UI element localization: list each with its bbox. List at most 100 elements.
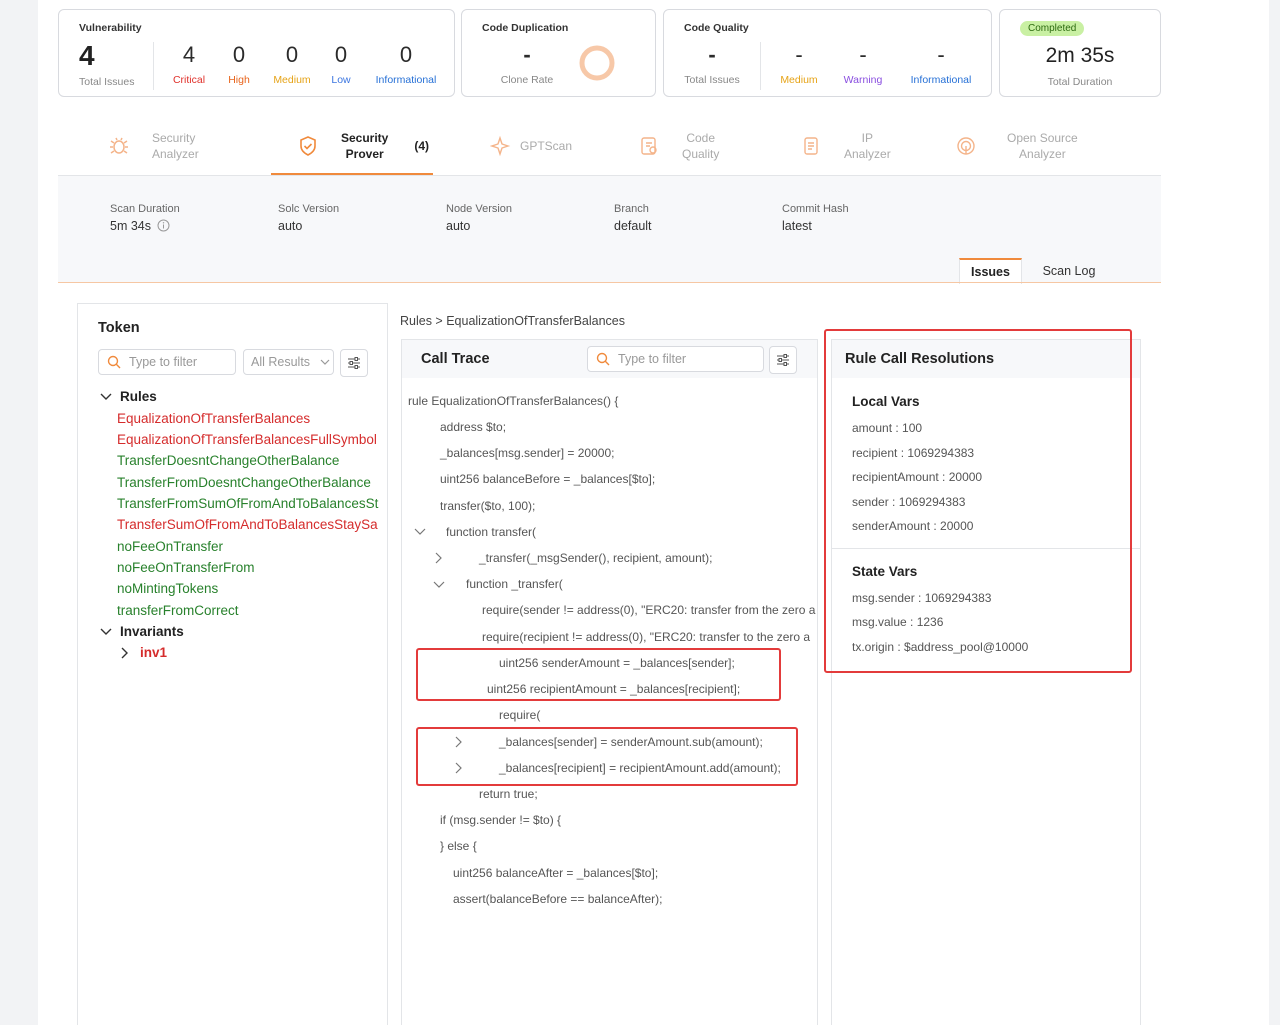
tab-security-analyzer[interactable]: Security Analyzer [108,118,199,174]
subtab-issues[interactable]: Issues [959,258,1022,284]
tab-ip-analyzer-line1: IP [861,131,874,145]
low-count: 0 [334,42,348,67]
chevron-down-icon[interactable] [414,528,426,536]
tab-code-quality-line2: Quality [682,147,720,161]
results-select[interactable]: All Results [243,349,334,375]
quality-card: Code Quality - Total Issues - Medium - Warn… [663,9,992,97]
duplication-title: Code Duplication [482,22,569,34]
invariant-item[interactable]: inv1 [140,645,167,660]
tab-open-source-line2: Analyzer [1019,147,1066,161]
trace-line[interactable]: address $to; [440,420,506,434]
trace-line[interactable]: require(sender != address(0), "ERC20: tr… [482,603,815,617]
tab-code-quality[interactable]: Code Quality [638,118,719,174]
tab-code-quality-line1: Code [686,131,716,145]
invariants-collapse-chevron-icon[interactable] [100,627,112,637]
trace-line[interactable]: function transfer( [446,525,536,539]
trace-line[interactable]: uint256 balanceAfter = _balances[$to]; [453,866,658,880]
call-trace-filter-input[interactable]: Type to filter [587,346,764,372]
trace-line[interactable]: rule EqualizationOfTransferBalances() { [408,394,618,408]
trace-line[interactable]: _balances[msg.sender] = 20000; [440,446,614,460]
quality-medium-label[interactable]: Medium [774,74,824,86]
low-label[interactable]: Low [323,74,359,86]
trace-line[interactable]: _transfer(_msgSender(), recipient, amoun… [479,551,712,565]
duplication-card: Code Duplication - Clone Rate [461,9,656,97]
rule-item[interactable]: TransferDoesntChangeOtherBalance [117,453,339,468]
total-duration-label: Total Duration [1047,76,1113,88]
critical-label[interactable]: Critical [167,74,211,86]
token-filter-input[interactable]: Type to filter [98,349,236,375]
quality-warning-label[interactable]: Warning [838,74,888,86]
rule-item[interactable]: EqualizationOfTransferBalancesFullSymbol [117,432,387,447]
subtab-scan-log[interactable]: Scan Log [1036,258,1102,284]
medium-label[interactable]: Medium [267,74,317,86]
token-filter-settings-button[interactable] [340,349,368,377]
status-badge: Completed [1020,21,1085,36]
chevron-right-icon[interactable] [435,552,443,564]
trace-line[interactable]: } else { [440,839,477,853]
vulnerability-total-label: Total Issues [79,76,135,88]
tab-security-prover[interactable]: Security Prover (4) [297,118,429,174]
search-icon [596,352,610,366]
call-trace-body: rule EqualizationOfTransferBalances() { … [402,380,816,1025]
rule-item[interactable]: EqualizationOfTransferBalances [117,411,310,426]
token-filter-placeholder: Type to filter [129,355,198,369]
meta-commit-hash: Commit Hash latest [782,203,849,233]
chevron-down-icon [320,359,330,365]
rule-item[interactable]: TransferSumOfFromAndToBalancesStaySa [117,517,387,532]
tab-open-source-analyzer[interactable]: Open Source Analyzer [955,118,1078,174]
trace-line[interactable]: assert(balanceBefore == balanceAfter); [453,892,662,906]
trace-line[interactable]: if (msg.sender != $to) { [440,813,561,827]
meta-node-label: Node Version [446,203,513,215]
sliders-icon [777,354,789,366]
meta-node-value: auto [446,219,471,233]
clone-rate-ring [579,45,615,81]
rules-collapse-chevron-icon[interactable] [100,392,112,402]
rule-item[interactable]: noFeeOnTransferFrom [117,560,255,575]
highlight-box [416,648,781,701]
call-trace-title: Call Trace [421,351,490,367]
high-label[interactable]: High [219,74,259,86]
meta-branch-value: default [614,219,652,233]
informational-label[interactable]: Informational [369,74,443,86]
trace-line[interactable]: require(recipient != address(0), "ERC20:… [482,630,810,644]
meta-node-version: Node Version auto [446,203,512,233]
trace-line[interactable]: uint256 balanceBefore = _balances[$to]; [440,472,655,486]
token-title: Token [98,320,140,336]
tab-ip-analyzer[interactable]: IP Analyzer [800,118,891,174]
meta-solc-value: auto [278,219,303,233]
tab-ip-analyzer-line2: Analyzer [844,147,891,161]
call-trace-settings-button[interactable] [769,346,797,374]
tab-open-source-line1: Open Source [1007,131,1078,145]
rule-item[interactable]: transferFromCorrect [117,603,239,618]
quality-informational-count: - [937,42,945,67]
meta-scan-duration-label: Scan Duration [110,203,180,215]
informational-count: 0 [399,42,413,67]
call-trace-filter-placeholder: Type to filter [618,352,687,366]
trace-line[interactable]: require( [499,708,540,722]
code-file-icon [641,137,657,155]
critical-count: 4 [182,42,196,67]
chevron-right-icon[interactable] [120,647,130,659]
meta-branch-label: Branch [614,203,649,215]
trace-line[interactable]: transfer($to, 100); [440,499,535,513]
rule-item[interactable]: TransferFromSumOfFromAndToBalancesSt [117,496,387,511]
tab-gptscan[interactable]: GPTScan [490,118,572,174]
quality-medium-count: - [795,42,803,67]
quality-warning-count: - [859,42,867,67]
meta-solc-version: Solc Version auto [278,203,339,233]
rule-item[interactable]: noMintingTokens [117,581,218,596]
trace-line[interactable]: return true; [479,787,538,801]
quality-total-label: Total Issues [684,74,740,86]
clone-rate-value: - [523,42,531,67]
info-icon[interactable] [157,219,170,232]
chevron-down-icon[interactable] [433,581,445,589]
meta-branch: Branch default [614,203,652,233]
quality-informational-label[interactable]: Informational [904,74,978,86]
status-card: Completed 2m 35s Total Duration [999,9,1161,97]
trace-line[interactable]: function _transfer( [466,577,563,591]
total-duration-value: 2m 35s [1045,44,1115,67]
meta-scan-duration: Scan Duration 5m 34s [110,203,180,233]
rule-item[interactable]: noFeeOnTransfer [117,539,223,554]
quality-total: - [708,42,716,67]
rule-item[interactable]: TransferFromDoesntChangeOtherBalance [117,475,371,490]
